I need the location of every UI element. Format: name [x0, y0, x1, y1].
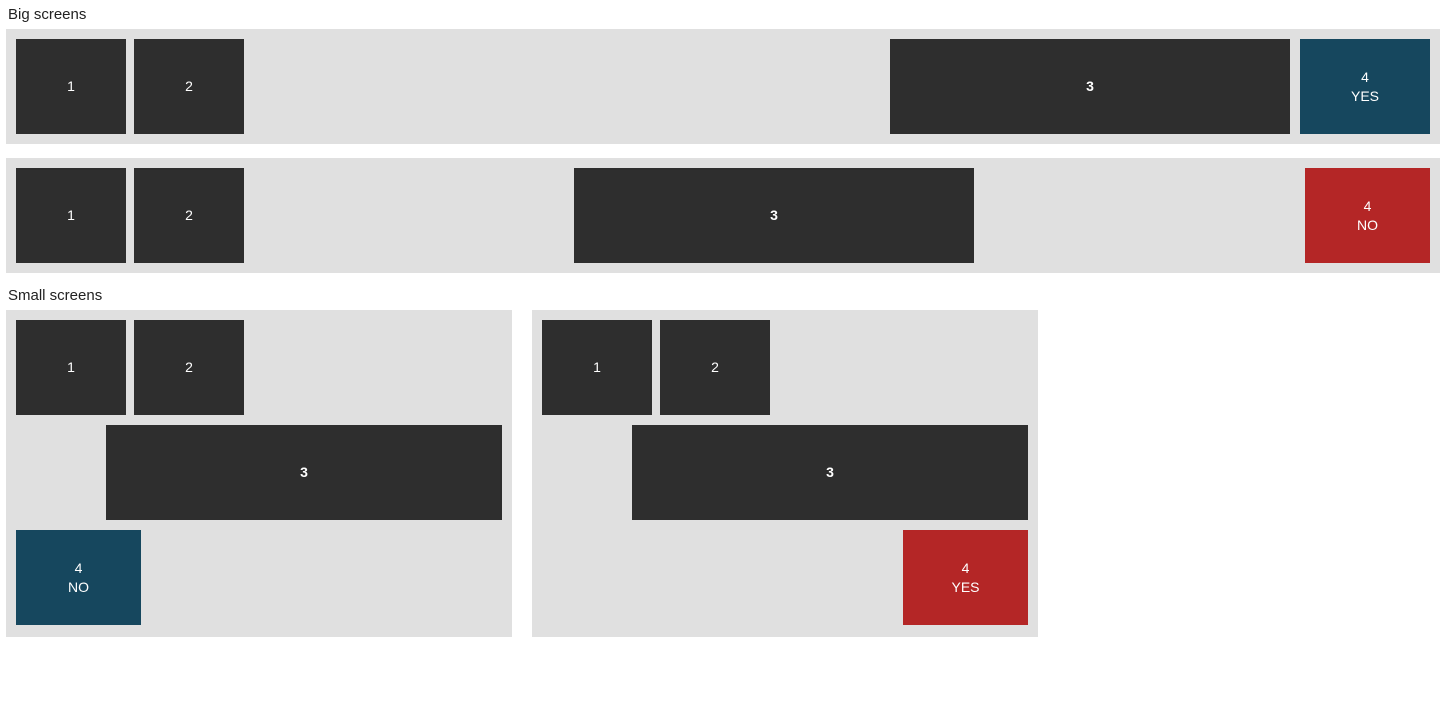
box-3: 3 — [106, 425, 502, 520]
box-2: 2 — [134, 39, 244, 134]
box-2: 2 — [660, 320, 770, 415]
box-1: 1 — [16, 320, 126, 415]
small-panel-a: 1 2 3 4 NO — [6, 310, 512, 637]
box-4-word: NO — [68, 578, 89, 597]
box-2: 2 — [134, 320, 244, 415]
box-1: 1 — [16, 168, 126, 263]
box-4-yes: 4 YES — [1300, 39, 1430, 134]
box-3: 3 — [890, 39, 1290, 134]
small-screens-label: Small screens — [8, 287, 1440, 304]
box-4-number: 4 — [75, 559, 83, 578]
box-4-no: 4 NO — [1305, 168, 1430, 263]
box-3: 3 — [574, 168, 974, 263]
big-screens-label: Big screens — [8, 6, 1440, 23]
spacer — [542, 425, 632, 520]
box-4-number: 4 — [1361, 68, 1369, 87]
box-4-no: 4 NO — [16, 530, 141, 625]
box-1: 1 — [542, 320, 652, 415]
spacer — [16, 425, 106, 520]
big-row-1-panel: 1 2 3 4 YES — [6, 29, 1440, 144]
small-panel-b: 1 2 3 4 YES — [532, 310, 1038, 637]
box-4-word: NO — [1357, 216, 1378, 235]
box-4-yes: 4 YES — [903, 530, 1028, 625]
box-4-number: 4 — [1364, 197, 1372, 216]
big-row-2-panel: 1 2 3 4 NO — [6, 158, 1440, 273]
box-1: 1 — [16, 39, 126, 134]
box-3: 3 — [632, 425, 1028, 520]
box-4-word: YES — [1351, 87, 1379, 106]
box-2: 2 — [134, 168, 244, 263]
box-4-number: 4 — [962, 559, 970, 578]
box-4-word: YES — [951, 578, 979, 597]
